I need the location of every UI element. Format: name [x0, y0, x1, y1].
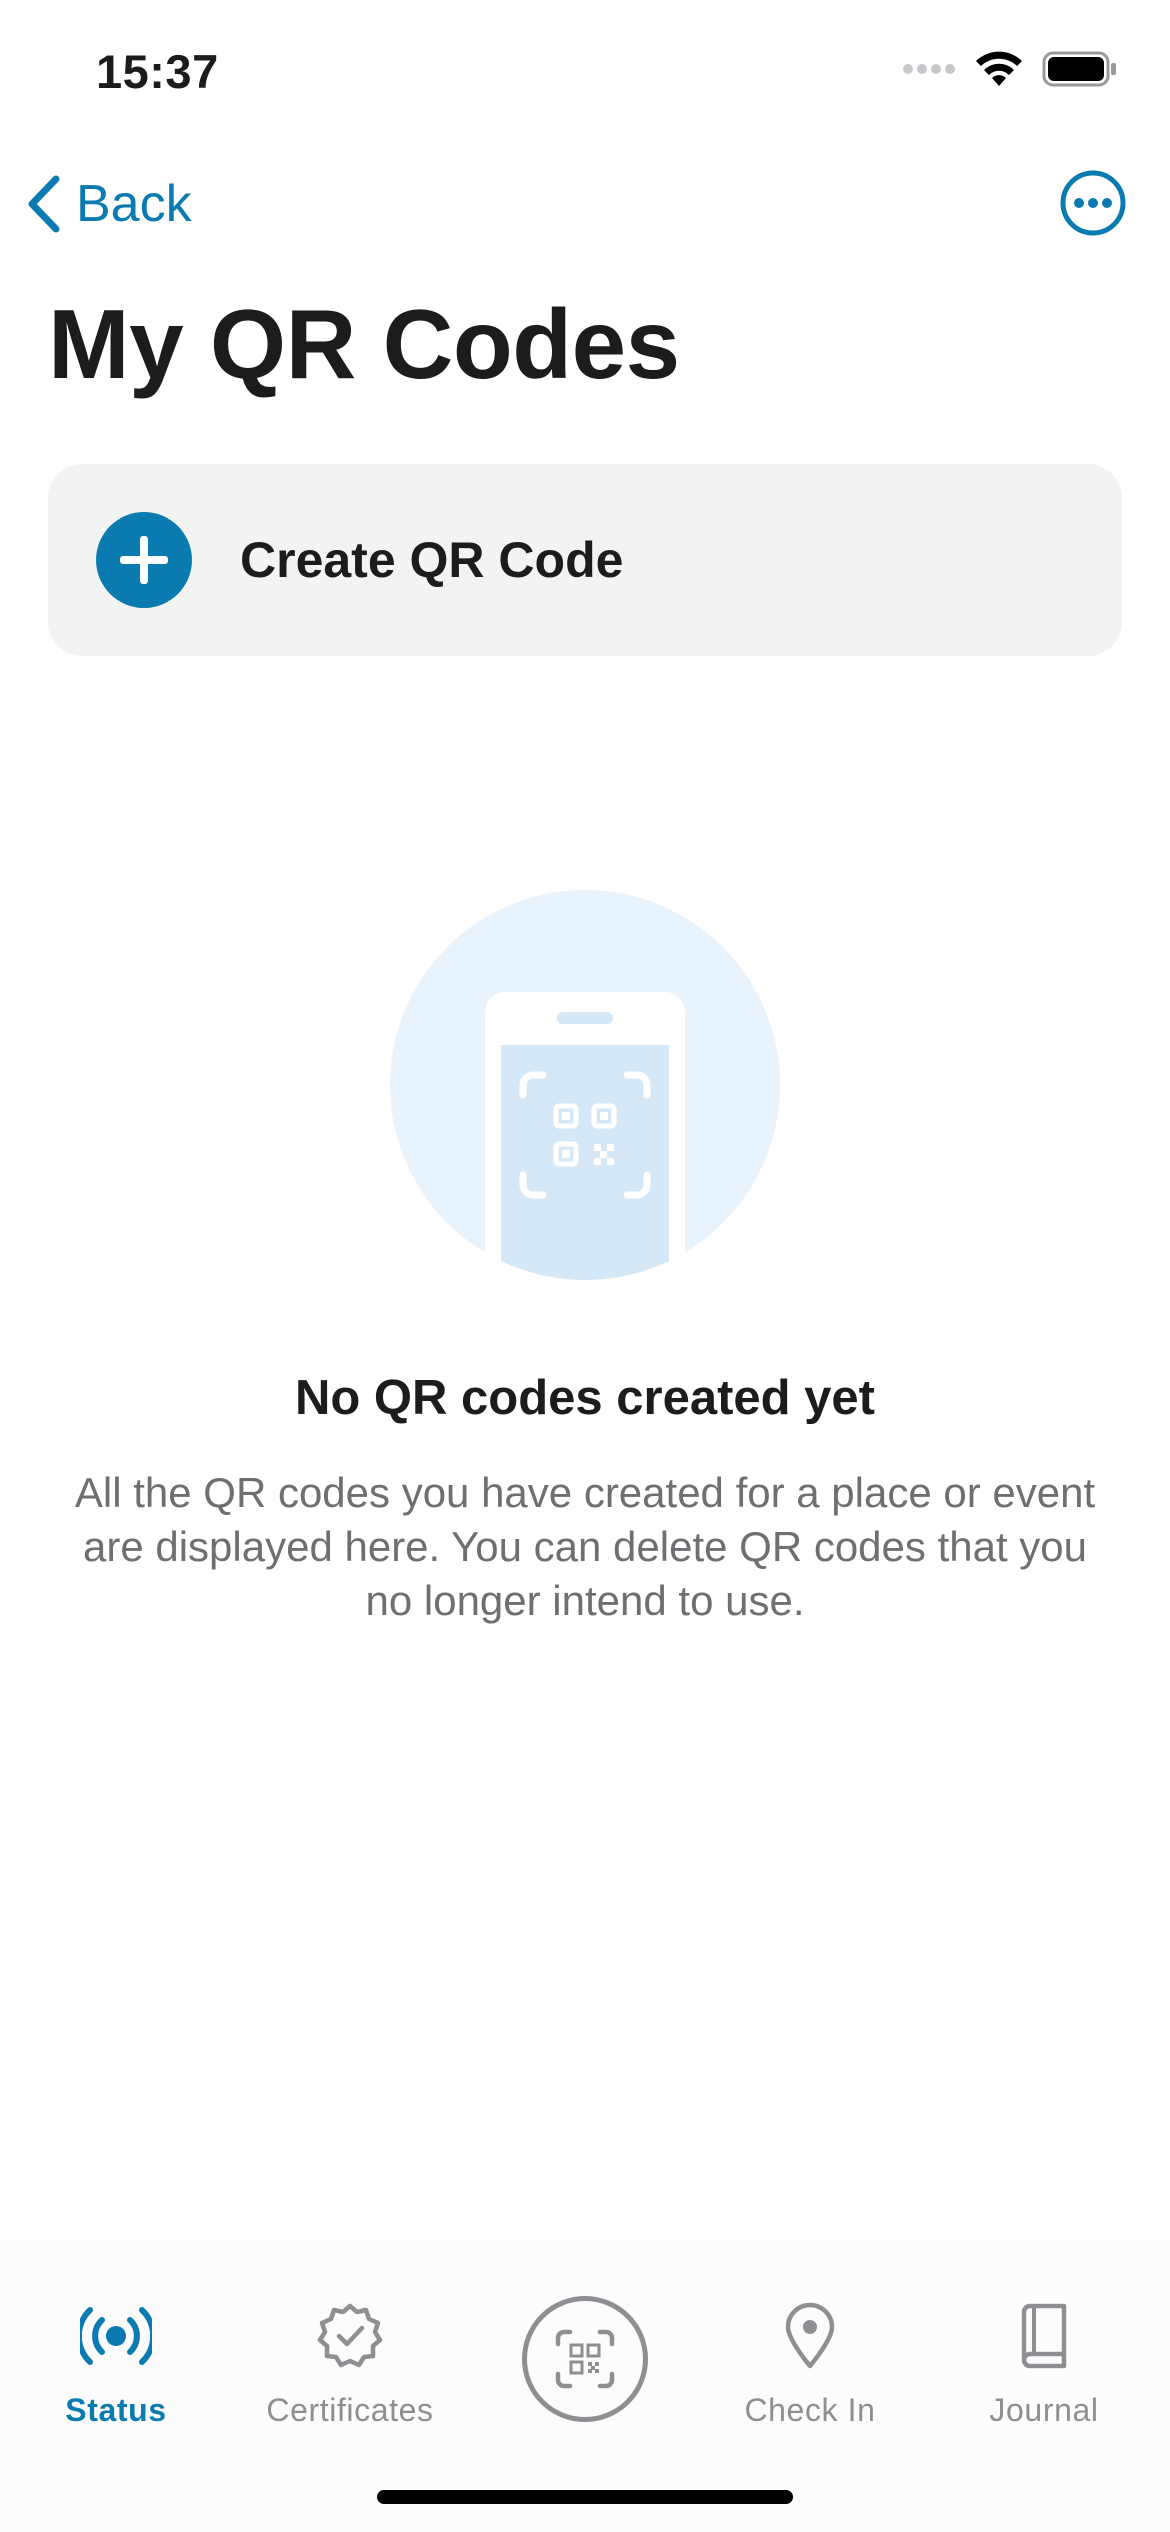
ellipsis-circle-icon[interactable]	[1060, 170, 1126, 236]
page-title: My QR Codes	[48, 289, 680, 399]
create-qr-code-button[interactable]: Create QR Code	[48, 464, 1122, 656]
qr-scan-button[interactable]	[522, 2296, 648, 2422]
certificate-badge-icon	[317, 2303, 383, 2368]
tab-status[interactable]: Status	[16, 2240, 216, 2460]
tab-bar: Status Certificates Check In Journal	[0, 2240, 1170, 2532]
tab-journal-label: Journal	[989, 2392, 1099, 2428]
chevron-left-icon	[28, 175, 60, 233]
battery-icon	[1042, 51, 1116, 87]
home-indicator[interactable]	[377, 2490, 793, 2504]
location-pin-icon	[785, 2302, 835, 2369]
empty-state-title: No QR codes created yet	[294, 1371, 876, 1425]
create-qr-code-label: Create QR Code	[240, 532, 624, 588]
tab-journal[interactable]: Journal	[944, 2240, 1144, 2460]
signal-dots-icon	[903, 64, 955, 74]
back-label: Back	[76, 175, 192, 233]
tab-certificates-label: Certificates	[266, 2392, 434, 2428]
tab-certificates[interactable]: Certificates	[250, 2240, 450, 2460]
phone-qr-illustration	[390, 890, 780, 1280]
book-icon	[1021, 2303, 1067, 2369]
tab-status-label: Status	[65, 2392, 167, 2428]
qr-scan-icon	[555, 2329, 615, 2389]
empty-state-description: All the QR codes you have created for a …	[74, 1469, 1096, 1624]
broadcast-icon	[80, 2307, 152, 2365]
status-icons	[902, 50, 1118, 88]
navigation-bar: Back	[0, 160, 1170, 250]
status-time: 15:37	[96, 45, 219, 98]
wifi-icon	[976, 51, 1022, 86]
plus-circle-icon	[96, 512, 192, 608]
tab-check-in-label: Check In	[744, 2392, 876, 2428]
tab-check-in[interactable]: Check In	[710, 2240, 910, 2460]
back-button[interactable]: Back	[26, 174, 192, 234]
status-bar: 15:37	[0, 0, 1170, 140]
